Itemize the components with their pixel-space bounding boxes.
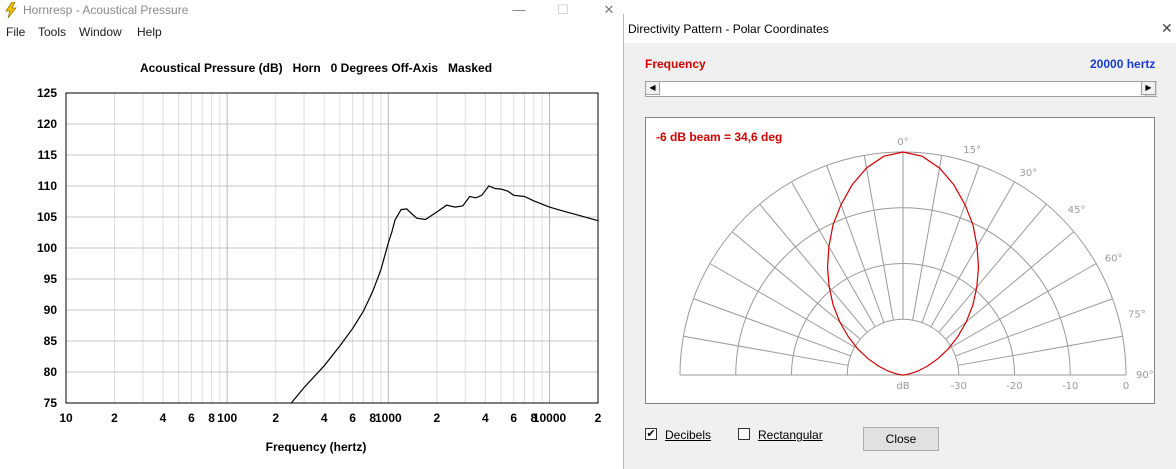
menu-window[interactable]: Window — [79, 25, 122, 39]
x-tick-label: 10 — [59, 411, 73, 425]
x-tick-label: 2 — [272, 411, 279, 425]
scroll-right-icon[interactable]: ▶ — [1141, 81, 1156, 95]
x-tick-label: 1000 — [375, 411, 402, 425]
polar-ring-label: dB — [896, 381, 909, 392]
polar-spoke — [826, 165, 885, 323]
polar-angle-label: 45° — [1068, 205, 1086, 216]
x-tick-label: 6 — [349, 411, 356, 425]
main-titlebar: Hornresp - Acoustical Pressure — ☐ ✕ — [0, 0, 625, 20]
window-title: Hornresp - Acoustical Pressure — [23, 3, 189, 17]
menu-help[interactable]: Help — [137, 25, 162, 39]
chart-plot: 758085909510010511011512012510 2 4 6 8 100 2 4 6… — [37, 86, 602, 425]
dialog-close-icon[interactable]: ✕ — [1161, 20, 1173, 37]
polar-spoke — [957, 335, 1123, 366]
x-tick-label: 4 — [160, 411, 167, 425]
polar-spoke — [921, 165, 980, 323]
close-window-button[interactable]: ✕ — [594, 1, 624, 19]
x-tick-label: 4 — [321, 411, 328, 425]
polar-angle-label: 0° — [897, 137, 908, 148]
directivity-dialog: Directivity Pattern - Polar Coordinates … — [623, 14, 1176, 469]
y-tick-label: 95 — [44, 272, 58, 286]
polar-spoke — [955, 298, 1113, 357]
frequency-label: Frequency — [645, 57, 706, 71]
scroll-left-icon[interactable]: ◀ — [645, 81, 660, 95]
x-tick-label: 6 — [188, 411, 195, 425]
y-tick-label: 80 — [44, 365, 58, 379]
x-tick-label: 2 — [433, 411, 440, 425]
rectangular-checkbox[interactable] — [738, 428, 750, 440]
chart-x-axis-label: Frequency (hertz) — [265, 440, 367, 454]
dialog-titlebar: Directivity Pattern - Polar Coordinates … — [624, 14, 1176, 43]
x-tick-label: 8 — [208, 411, 215, 425]
y-tick-label: 125 — [37, 86, 57, 100]
x-tick-label: 2 — [111, 411, 118, 425]
y-tick-label: 120 — [37, 117, 57, 131]
close-button[interactable]: Close — [863, 427, 939, 451]
polar-angle-label: 15° — [963, 145, 981, 156]
decibels-checkbox[interactable]: ✔ — [645, 428, 657, 440]
frequency-scrollbar[interactable]: ◀ ▶ — [645, 81, 1157, 97]
dialog-title: Directivity Pattern - Polar Coordinates — [628, 22, 829, 36]
y-tick-label: 110 — [38, 179, 58, 193]
polar-spoke — [693, 298, 851, 357]
acoustical-pressure-chart: Acoustical Pressure (dB) Horn 0 Degrees … — [0, 41, 625, 469]
polar-angle-label: 60° — [1105, 254, 1123, 265]
x-tick-label: 10000 — [533, 411, 567, 425]
polar-plot: 0° 15° 30° 45° 60° 75° 90° dB -30 -20 -10 0 — [679, 137, 1154, 392]
x-tick-label: 100 — [217, 411, 237, 425]
menu-bar: File Tools Window Help — [0, 22, 625, 41]
frequency-value: 20000 hertz — [1090, 57, 1156, 71]
polar-ring-label: -30 — [951, 381, 967, 392]
y-tick-label: 115 — [38, 148, 58, 162]
maximize-button[interactable]: ☐ — [548, 1, 578, 19]
minimize-button[interactable]: — — [504, 1, 534, 19]
polar-spoke — [683, 335, 849, 366]
main-window: Hornresp - Acoustical Pressure — ☐ ✕ Fil… — [0, 0, 625, 469]
x-tick-label: 2 — [595, 411, 602, 425]
pressure-response-line — [290, 185, 599, 404]
y-tick-label: 100 — [37, 241, 57, 255]
y-tick-label: 90 — [44, 303, 58, 317]
beam-width-text: -6 dB beam = 34,6 deg — [656, 130, 783, 144]
y-tick-label: 75 — [44, 396, 58, 410]
polar-ring-label: 0 — [1123, 381, 1129, 392]
polar-angle-label: 90° — [1136, 370, 1154, 381]
polar-spoke — [912, 155, 943, 321]
menu-tools[interactable]: Tools — [38, 25, 66, 39]
decibels-label[interactable]: Decibels — [665, 428, 711, 442]
x-tick-label: 4 — [482, 411, 489, 425]
menu-file[interactable]: File — [6, 25, 25, 39]
polar-ring — [846, 318, 960, 376]
polar-angle-label: 30° — [1020, 168, 1038, 179]
polar-ring-label: -10 — [1062, 381, 1078, 392]
lightning-icon — [5, 2, 17, 18]
polar-ring-label: -20 — [1006, 381, 1022, 392]
polar-spoke — [863, 155, 894, 321]
polar-angle-label: 75° — [1128, 310, 1146, 321]
y-tick-label: 85 — [44, 334, 58, 348]
polar-plot-panel: 0° 15° 30° 45° 60° 75° 90° dB -30 -20 -10 0 -6 dB b… — [645, 117, 1155, 404]
x-tick-label: 6 — [510, 411, 517, 425]
y-tick-label: 105 — [37, 210, 57, 224]
rectangular-label[interactable]: Rectangular — [758, 428, 823, 442]
